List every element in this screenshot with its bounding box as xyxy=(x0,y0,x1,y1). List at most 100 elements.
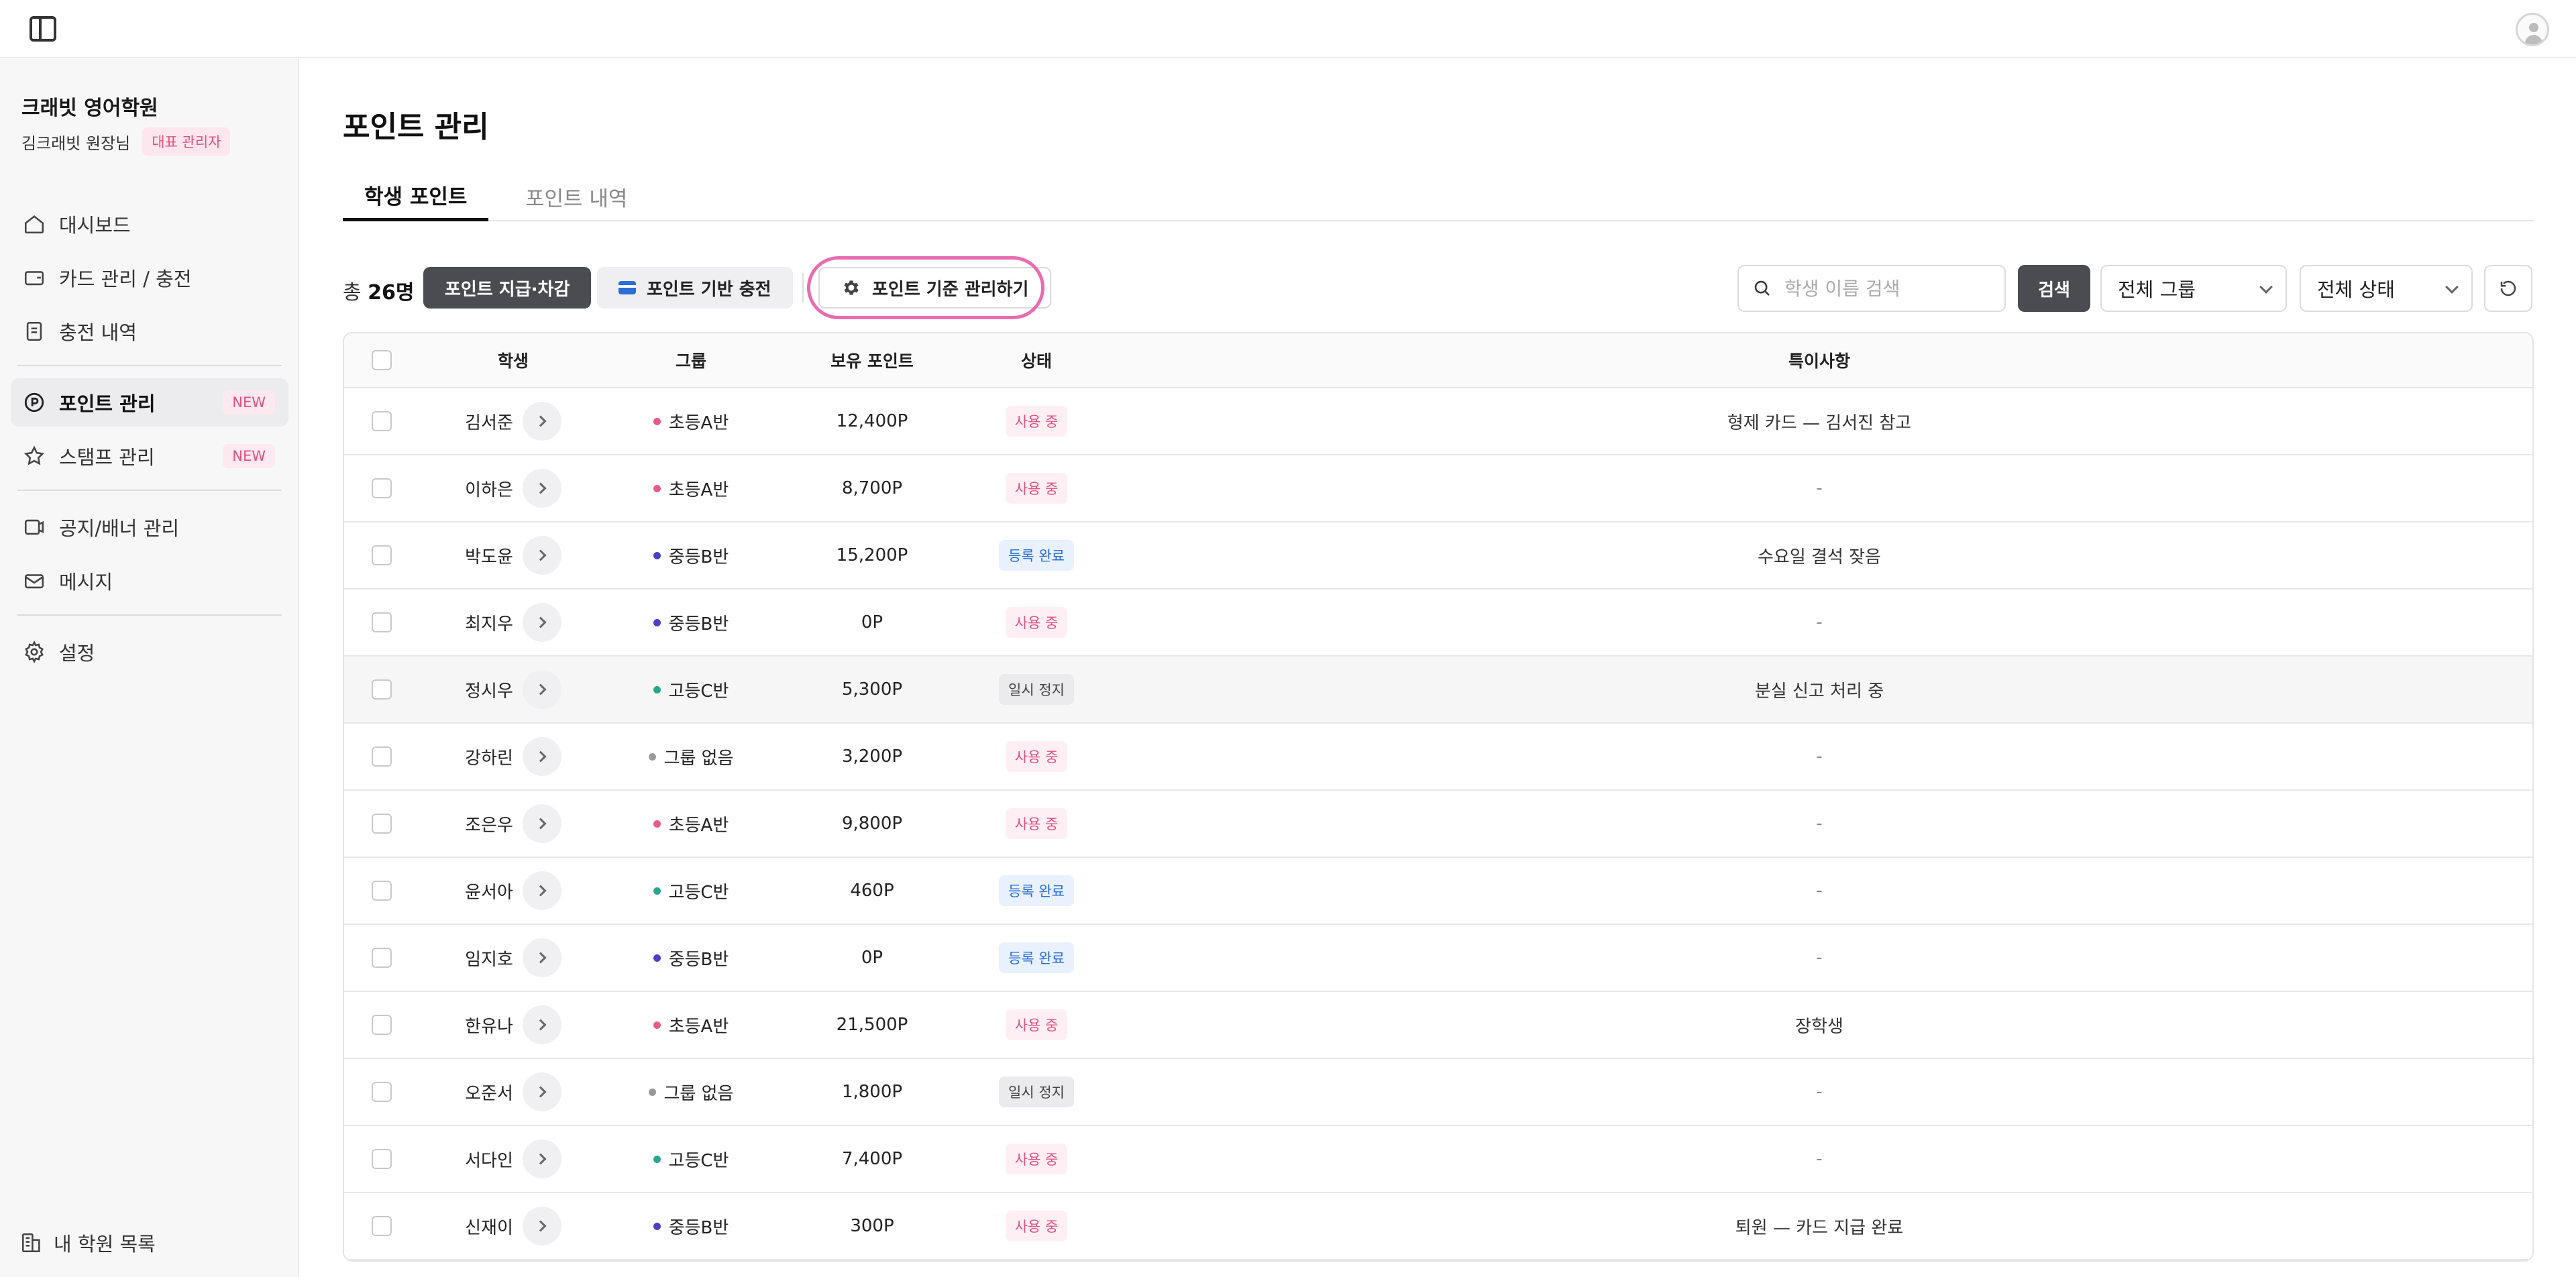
chevron-right-icon[interactable] xyxy=(522,469,561,508)
group-name: 초등A반 xyxy=(668,1016,729,1037)
status-select[interactable]: 전체 상태 xyxy=(2300,265,2473,312)
student-name[interactable]: 한유나 xyxy=(465,1013,513,1038)
chevron-right-icon[interactable] xyxy=(522,938,561,977)
chevron-right-icon[interactable] xyxy=(522,1207,561,1245)
table-row[interactable]: 신재이 중등B반 300P 사용 중 퇴원 — 카드 지급 완료 xyxy=(344,1193,2532,1260)
search-field[interactable] xyxy=(1737,265,2006,312)
sidebar-item[interactable]: 충전 내역 xyxy=(11,307,288,355)
total-value: 26명 xyxy=(368,281,415,304)
student-name[interactable]: 정시우 xyxy=(465,677,513,702)
row-checkbox[interactable] xyxy=(372,411,392,431)
column-header[interactable]: 학생 xyxy=(419,333,607,387)
column-header[interactable]: 상태 xyxy=(969,333,1104,387)
sidebar-item[interactable]: 카드 관리 / 충전 xyxy=(11,254,288,302)
status-badge: 사용 중 xyxy=(1005,741,1068,772)
group-name: 고등C반 xyxy=(668,882,729,903)
group-dot xyxy=(653,1222,661,1230)
search-button[interactable]: 검색 xyxy=(2018,265,2090,312)
chevron-right-icon[interactable] xyxy=(522,804,561,843)
points-value: 21,500P xyxy=(836,1015,908,1035)
row-checkbox[interactable] xyxy=(372,679,392,700)
student-name[interactable]: 임지호 xyxy=(465,946,513,970)
chevron-right-icon[interactable] xyxy=(522,1140,561,1178)
row-checkbox[interactable] xyxy=(372,612,392,632)
give-deduct-points-button[interactable]: 포인트 지급·차감 xyxy=(423,267,592,309)
row-checkbox[interactable] xyxy=(372,1149,392,1169)
sidebar-item[interactable]: 포인트 관리 NEW xyxy=(11,378,288,427)
chevron-right-icon[interactable] xyxy=(522,402,561,441)
column-header[interactable]: 그룹 xyxy=(607,333,775,387)
point-rules-button[interactable]: 포인트 기준 관리하기 xyxy=(818,267,1052,309)
table-row[interactable]: 이하은 초등A반 8,700P 사용 중 - xyxy=(344,455,2532,522)
table-row[interactable]: 한유나 초등A반 21,500P 사용 중 장학생 xyxy=(344,992,2532,1059)
sidebar-toggle-icon[interactable] xyxy=(30,16,56,42)
row-checkbox[interactable] xyxy=(372,1015,392,1035)
chevron-right-icon[interactable] xyxy=(522,737,561,776)
table-body: 김서준 초등A반 12,400P 사용 중 형제 카드 — 김서진 참고 이하은 초등A반 8… xyxy=(344,388,2532,1260)
student-name[interactable]: 오준서 xyxy=(465,1080,513,1105)
sidebar-item[interactable]: 메시지 xyxy=(11,557,288,605)
row-checkbox[interactable] xyxy=(372,478,392,498)
table-row[interactable]: 김서준 초등A반 12,400P 사용 중 형제 카드 — 김서진 참고 xyxy=(344,388,2532,455)
sidebar-item[interactable]: 공지/배너 관리 xyxy=(11,503,288,551)
row-checkbox[interactable] xyxy=(372,814,392,834)
row-checkbox[interactable] xyxy=(372,1216,392,1236)
points-cell: 12,400P xyxy=(775,388,969,454)
group-dot xyxy=(653,954,661,962)
student-name[interactable]: 신재이 xyxy=(465,1214,513,1239)
student-name[interactable]: 이하은 xyxy=(465,476,513,501)
student-name[interactable]: 윤서아 xyxy=(465,879,513,903)
points-cell: 0P xyxy=(775,925,969,991)
row-checkbox-cell xyxy=(344,791,419,856)
refresh-button[interactable] xyxy=(2484,265,2532,312)
note-text: - xyxy=(1816,948,1823,968)
chevron-right-icon[interactable] xyxy=(522,670,561,709)
chevron-right-icon[interactable] xyxy=(522,1005,561,1044)
note-cell: 수요일 결석 잦음 xyxy=(1104,522,2532,588)
point-charge-button[interactable]: 포인트 기반 충전 xyxy=(597,267,793,309)
chevron-right-icon[interactable] xyxy=(522,536,561,575)
tab-point-history[interactable]: 포인트 내역 xyxy=(504,172,649,221)
chevron-right-icon[interactable] xyxy=(522,871,561,910)
table-row[interactable]: 오준서 그룹 없음 1,800P 일시 정지 - xyxy=(344,1059,2532,1126)
student-points-table: 학생 그룹 보유 포인트 상태 특이사항 김서준 초등A반 12,400P 사용 중형… xyxy=(343,332,2534,1262)
nav-divider xyxy=(17,365,282,366)
student-name[interactable]: 김서준 xyxy=(465,409,513,434)
table-row[interactable]: 서다인 고등C반 7,400P 사용 중 - xyxy=(344,1126,2532,1193)
group-select[interactable]: 전체 그룹 xyxy=(2100,265,2287,312)
group-name: 중등B반 xyxy=(668,1217,729,1238)
student-name[interactable]: 강하린 xyxy=(465,744,513,769)
row-checkbox[interactable] xyxy=(372,545,392,565)
student-name[interactable]: 박도윤 xyxy=(465,543,513,568)
table-row[interactable]: 정시우 고등C반 5,300P 일시 정지 분실 신고 처리 중 xyxy=(344,657,2532,724)
student-name[interactable]: 최지우 xyxy=(465,610,513,635)
chevron-right-icon[interactable] xyxy=(522,1072,561,1111)
row-checkbox[interactable] xyxy=(372,1082,392,1102)
student-name[interactable]: 서다인 xyxy=(465,1147,513,1172)
search-input[interactable] xyxy=(1784,277,1986,300)
my-academies-link[interactable]: 내 학원 목록 xyxy=(20,1229,156,1257)
table-row[interactable]: 최지우 중등B반 0P 사용 중 - xyxy=(344,590,2532,657)
row-checkbox[interactable] xyxy=(372,881,392,901)
table-header: 학생 그룹 보유 포인트 상태 특이사항 xyxy=(344,333,2532,388)
table-row[interactable]: 윤서아 고등C반 460P 등록 완료 - xyxy=(344,858,2532,925)
sidebar-item[interactable]: 설정 xyxy=(11,628,288,676)
column-header[interactable]: 보유 포인트 xyxy=(775,333,969,387)
student-cell: 박도윤 xyxy=(419,522,607,588)
tab-student-points[interactable]: 학생 포인트 xyxy=(343,172,489,221)
select-all-checkbox[interactable] xyxy=(372,350,392,370)
table-row[interactable]: 임지호 중등B반 0P 등록 완료 - xyxy=(344,925,2532,992)
student-name[interactable]: 조은우 xyxy=(465,812,513,836)
column-header[interactable]: 특이사항 xyxy=(1104,333,2532,387)
user-avatar-icon[interactable] xyxy=(2516,13,2549,46)
sidebar-item[interactable]: 대시보드 xyxy=(11,200,288,248)
row-checkbox[interactable] xyxy=(372,746,392,767)
chevron-right-icon[interactable] xyxy=(522,603,561,642)
row-checkbox[interactable] xyxy=(372,948,392,968)
points-value: 0P xyxy=(861,948,883,968)
table-row[interactable]: 박도윤 중등B반 15,200P 등록 완료 수요일 결석 잦음 xyxy=(344,522,2532,590)
table-row[interactable]: 강하린 그룹 없음 3,200P 사용 중 - xyxy=(344,724,2532,791)
group-dot xyxy=(648,1088,656,1096)
table-row[interactable]: 조은우 초등A반 9,800P 사용 중 - xyxy=(344,791,2532,858)
sidebar-item[interactable]: 스탬프 관리 NEW xyxy=(11,432,288,480)
